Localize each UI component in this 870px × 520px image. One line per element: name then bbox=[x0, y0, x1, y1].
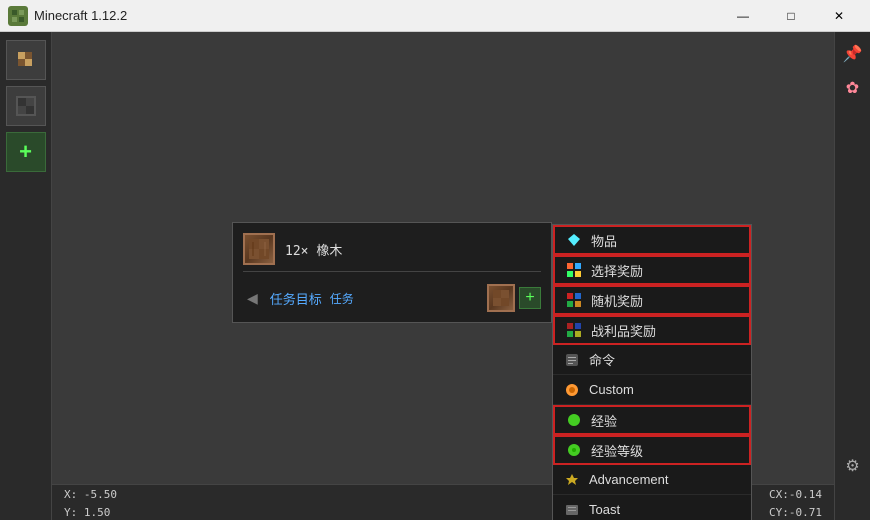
right-toolbar: 📌 ✿ ⚙ bbox=[834, 32, 870, 520]
menu-item-label: Toast bbox=[589, 502, 620, 517]
prev-arrow[interactable]: ◀ bbox=[243, 286, 262, 311]
cy-coord: CY:-0.71 bbox=[769, 506, 822, 519]
quest-row-bottom: ◀ 任务目标 任务 + bbox=[243, 280, 541, 312]
menu-item-item[interactable]: 物品 bbox=[553, 225, 751, 255]
title-bar-left: Minecraft 1.12.2 bbox=[8, 6, 127, 26]
exp-icon bbox=[565, 411, 583, 429]
menu-item-label: 命令 bbox=[589, 350, 615, 369]
toast-icon bbox=[563, 501, 581, 519]
quest-label: 任务目标 bbox=[270, 289, 322, 308]
menu-item-exp-level[interactable]: 经验等级 bbox=[553, 435, 751, 465]
quest-panel: 12× 橡木 ◀ 任务目标 任务 + bbox=[232, 222, 552, 323]
menu-item-label: 选择奖励 bbox=[591, 261, 643, 280]
menu-item-label: 战利品奖励 bbox=[591, 321, 656, 340]
menu-item-exp[interactable]: 经验 bbox=[553, 405, 751, 435]
task-label: 任务 bbox=[330, 290, 354, 307]
quest-row-top: 12× 橡木 bbox=[243, 233, 541, 272]
grid-color-icon bbox=[565, 291, 583, 309]
menu-item-random-reward[interactable]: 随机奖励 bbox=[553, 285, 751, 315]
dropdown-menu: 物品 选择奖励 随机奖励 战利品奖励命令 Custom 经验经验等级 Advancem… bbox=[552, 224, 752, 520]
menu-item-label: 经验等级 bbox=[591, 441, 643, 460]
window-controls: — □ ✕ bbox=[720, 0, 862, 32]
close-button[interactable]: ✕ bbox=[816, 0, 862, 32]
coords-left: X: -5.50 Y: 1.50 bbox=[64, 485, 117, 520]
window-title: Minecraft 1.12.2 bbox=[34, 8, 127, 23]
y-coord: Y: 1.50 bbox=[64, 506, 110, 519]
menu-item-label: 随机奖励 bbox=[591, 291, 643, 310]
coords-right: CX:-0.14 CY:-0.71 bbox=[769, 485, 822, 520]
settings-button[interactable]: ⚙ bbox=[839, 452, 867, 480]
toolbar-block[interactable] bbox=[6, 86, 46, 126]
app-icon bbox=[8, 6, 28, 26]
toolbar-brush[interactable] bbox=[6, 40, 46, 80]
x-coord: X: -5.50 bbox=[64, 488, 117, 501]
content-area: 12× 橡木 ◀ 任务目标 任务 + bbox=[52, 32, 834, 484]
menu-item-select-reward[interactable]: 选择奖励 bbox=[553, 255, 751, 285]
menu-item-toast[interactable]: Toast bbox=[553, 495, 751, 520]
menu-item-label: 物品 bbox=[591, 231, 617, 250]
menu-item-label: 经验 bbox=[591, 411, 617, 430]
title-bar: Minecraft 1.12.2 — □ ✕ bbox=[0, 0, 870, 32]
sword-icon bbox=[565, 321, 583, 339]
menu-item-custom[interactable]: Custom bbox=[553, 375, 751, 405]
game-area: + 12× 橡木 ◀ bbox=[0, 32, 870, 520]
menu-item-label: Custom bbox=[589, 382, 634, 397]
pin-button[interactable]: 📌 bbox=[839, 40, 867, 68]
left-toolbar: + bbox=[0, 32, 52, 520]
grid-icon bbox=[565, 261, 583, 279]
item-count: 12× 橡木 bbox=[285, 240, 342, 259]
scroll-icon bbox=[563, 351, 581, 369]
custom-icon bbox=[563, 381, 581, 399]
minimize-button[interactable]: — bbox=[720, 0, 766, 32]
level-icon bbox=[565, 441, 583, 459]
add-item-box: + bbox=[487, 284, 541, 312]
wood-item-icon bbox=[243, 233, 275, 265]
menu-item-loot-reward[interactable]: 战利品奖励 bbox=[553, 315, 751, 345]
maximize-button[interactable]: □ bbox=[768, 0, 814, 32]
flower-button[interactable]: ✿ bbox=[839, 74, 867, 102]
cx-coord: CX:-0.14 bbox=[769, 488, 822, 501]
menu-item-command[interactable]: 命令 bbox=[553, 345, 751, 375]
toolbar-add[interactable]: + bbox=[6, 132, 46, 172]
add-item-button[interactable]: + bbox=[519, 287, 541, 309]
menu-item-advancement[interactable]: Advancement bbox=[553, 465, 751, 495]
small-wood-icon bbox=[487, 284, 515, 312]
menu-item-label: Advancement bbox=[589, 472, 669, 487]
adv-icon bbox=[563, 471, 581, 489]
diamond-icon bbox=[565, 231, 583, 249]
